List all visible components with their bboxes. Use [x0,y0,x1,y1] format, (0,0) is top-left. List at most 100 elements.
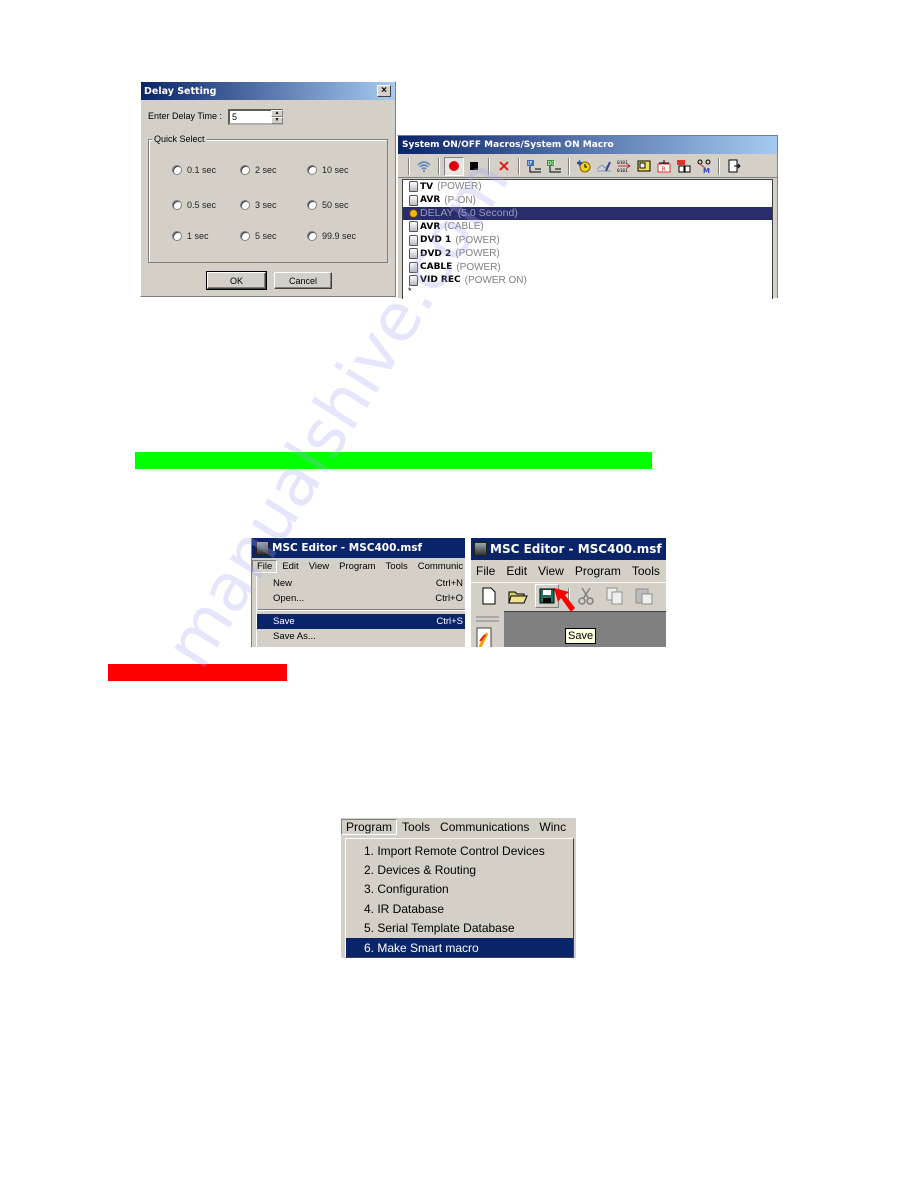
menu-item-new[interactable]: New Ctrl+N [257,576,465,591]
red-highlight-bar [108,664,287,681]
macro-step[interactable]: AVR (P-ON) [403,193,772,206]
delay-setting-dialog: Delay Setting × Enter Delay Time : 5 ▲ ▼… [140,81,396,297]
radio-label: 0.5 sec [187,200,217,210]
menu-item-label: Save [273,616,295,627]
menu-file[interactable]: File [471,564,501,578]
macro-step[interactable]: DVD 1 (POWER) [403,234,772,247]
radio-2-sec[interactable]: 2 sec [240,165,277,175]
macro-window-titlebar: System ON/OFF Macros/System ON Macro [398,136,777,154]
exit-icon[interactable] [724,157,744,176]
menu-window[interactable]: Winc [534,820,571,834]
radio-0-5-sec[interactable]: 0.5 sec [172,200,216,210]
menu-item-serial-template[interactable]: 5. Serial Template Database [346,919,573,938]
record-icon[interactable] [444,156,464,176]
menu-view[interactable]: View [304,561,334,572]
remote-icon [409,221,418,233]
radio-label: 3 sec [255,200,277,210]
convert-icon[interactable]: 0101 0101 [614,157,634,176]
step-command: (POWER) [437,181,482,193]
spin-up-icon[interactable]: ▲ [271,110,283,117]
macro-step-selected[interactable]: DELAY (5.0 Second) [403,206,772,221]
open-folder-icon[interactable] [506,584,530,608]
delay-time-label: Enter Delay Time : [148,111,223,121]
radio-button[interactable] [172,231,182,241]
app-icon [474,542,487,556]
radio-button[interactable] [307,200,317,210]
radio-99-9-sec[interactable]: 99.9 sec [307,231,356,241]
routing-icon[interactable] [674,157,694,176]
menu-file[interactable]: File [252,560,278,573]
menu-item-save-as[interactable]: Save As... [257,629,465,644]
radio-button[interactable] [307,231,317,241]
menu-tools[interactable]: Tools [627,564,666,578]
paste-icon[interactable] [632,584,656,608]
menu-item-open[interactable]: Open... Ctrl+O [257,591,465,606]
radio-button[interactable] [172,165,182,175]
remote-icon [409,274,418,286]
new-file-icon[interactable] [477,584,501,608]
edit-icon[interactable] [594,157,614,176]
menu-item-devices-routing[interactable]: 2. Devices & Routing [346,860,573,879]
remote-icon [409,234,418,246]
cancel-button[interactable]: Cancel [274,272,332,289]
radio-button[interactable] [307,165,317,175]
macro-call-icon[interactable]: R [654,157,674,176]
menu-item-save[interactable]: Save Ctrl+S [257,614,465,629]
radio-0-1-sec[interactable]: 0.1 sec [172,165,216,175]
menu-communications[interactable]: Communications [435,820,534,834]
close-icon: × [381,85,387,96]
radio-button[interactable] [172,200,182,210]
menu-tools[interactable]: Tools [397,820,435,834]
copy-icon[interactable] [603,584,627,608]
system-on-macro-window: System ON/OFF Macros/System ON Macro IF … [397,135,778,299]
quick-select-label: Quick Select [152,134,207,144]
menu-program[interactable]: Program [334,561,380,572]
menu-tools[interactable]: Tools [381,561,413,572]
macro-step[interactable]: VID REC (POWER ON) [403,274,772,287]
svg-text:DO: DO [548,161,556,167]
macro-step[interactable]: CABLE (POWER) [403,260,772,273]
step-device: DVD 1 [420,235,452,246]
menu-item-ir-database[interactable]: 4. IR Database [346,899,573,918]
radio-3-sec[interactable]: 3 sec [240,200,277,210]
if-block-icon[interactable]: IF [524,157,544,176]
wireless-icon[interactable] [414,157,434,176]
do-block-icon[interactable]: DO [544,157,564,176]
menu-item-import-remote[interactable]: 1. Import Remote Control Devices [346,841,573,860]
radio-button[interactable] [240,231,250,241]
red-pointer-arrow-icon [554,588,575,612]
spin-down-icon[interactable]: ▼ [271,117,283,124]
menu-view[interactable]: View [533,564,570,578]
macro-end-marker: * [408,286,412,297]
macro-step[interactable]: DVD 2 (POWER) [403,247,772,260]
toolbar-separator [718,157,720,175]
paste-icon[interactable] [634,157,654,176]
radio-label: 5 sec [255,231,277,241]
delete-icon[interactable] [494,157,514,176]
menu-communications[interactable]: Communic [413,561,465,572]
menu-program[interactable]: Program [341,818,398,835]
radio-50-sec[interactable]: 50 sec [307,200,349,210]
macro-step[interactable]: AVR (CABLE) [403,220,772,233]
menu-edit[interactable]: Edit [277,561,303,572]
radio-1-sec[interactable]: 1 sec [172,231,209,241]
menu-item-make-smart-macro[interactable]: 6. Make Smart macro [346,937,573,958]
green-highlight-bar [135,452,652,469]
radio-button[interactable] [240,200,250,210]
step-device: VID REC [420,275,461,286]
close-button[interactable]: × [377,85,391,97]
step-device: AVR [420,195,441,206]
menu-program[interactable]: Program [570,564,627,578]
ok-button[interactable]: OK [206,271,267,290]
macro-step[interactable]: TV (POWER) [403,180,772,193]
stop-icon[interactable] [464,157,484,176]
radio-5-sec[interactable]: 5 sec [240,231,277,241]
add-delay-icon[interactable] [574,157,594,176]
delay-time-spinner[interactable]: ▲ ▼ [271,110,283,124]
radio-button[interactable] [240,165,250,175]
menu-item-configuration[interactable]: 3. Configuration [346,880,573,899]
menu-edit[interactable]: Edit [501,564,533,578]
radio-10-sec[interactable]: 10 sec [307,165,349,175]
smart-macro-icon[interactable]: M [694,157,714,176]
macro-step-list[interactable]: TV (POWER) AVR (P-ON) DELAY (5.0 Second) AV… [402,179,773,299]
